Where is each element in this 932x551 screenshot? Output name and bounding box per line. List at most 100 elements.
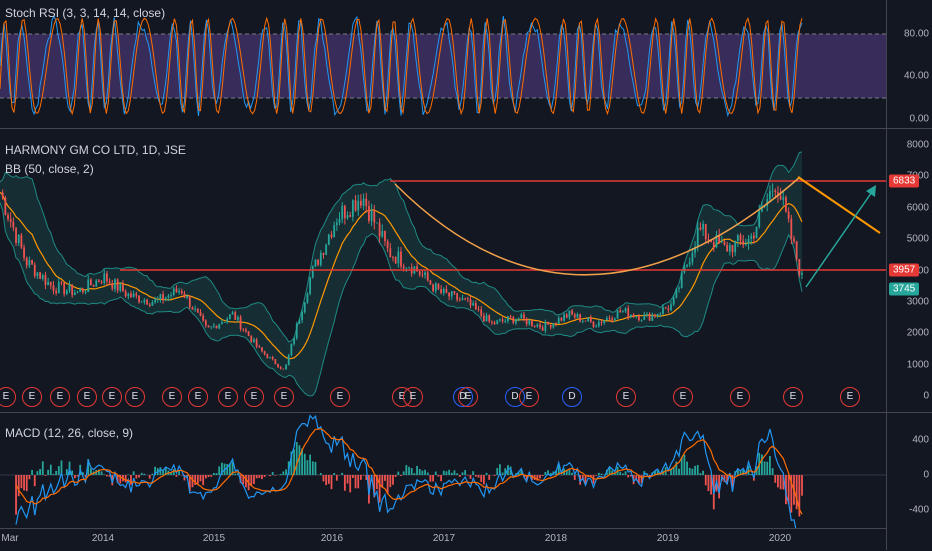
candle-body	[357, 201, 359, 211]
candle-body	[691, 253, 693, 263]
macd-hist-bar	[435, 472, 437, 475]
candle-body	[216, 325, 218, 328]
candle-body	[379, 223, 381, 237]
macd-hist-bar	[678, 469, 680, 475]
candle-body	[240, 317, 242, 329]
candle-body	[168, 296, 170, 298]
earnings-marker[interactable]: E	[244, 387, 264, 407]
earnings-marker[interactable]: E	[162, 387, 182, 407]
candle-body	[796, 241, 798, 259]
macd-hist-bar	[389, 475, 391, 487]
earnings-marker[interactable]: E	[616, 387, 636, 407]
candle-body	[544, 322, 546, 331]
candle-body	[432, 284, 434, 291]
macd-hist-bar	[218, 466, 220, 475]
bb-label: BB (50, close, 2)	[5, 162, 94, 176]
candle-body	[4, 198, 6, 215]
earnings-marker[interactable]: E	[22, 387, 42, 407]
earnings-marker[interactable]: E	[673, 387, 693, 407]
macd-hist-bar	[355, 475, 357, 488]
macd-hist-bar	[357, 475, 359, 488]
macd-hist-bar	[769, 456, 771, 475]
candle-body	[138, 295, 140, 302]
candle-body	[50, 282, 52, 286]
earnings-marker[interactable]: E	[0, 387, 16, 407]
candle-body	[55, 291, 57, 293]
candle-body	[421, 275, 423, 276]
dividend-marker[interactable]: D	[562, 387, 582, 407]
macd-hist-bar	[125, 475, 127, 482]
macd-hist-bar	[470, 475, 472, 479]
macd-hist-bar	[702, 471, 704, 475]
candle-body	[702, 224, 704, 229]
candle-body	[130, 294, 132, 298]
candle-body	[649, 314, 651, 321]
earnings-marker[interactable]: E	[102, 387, 122, 407]
macd-hist-bar	[595, 475, 597, 476]
earnings-marker[interactable]: E	[50, 387, 70, 407]
earnings-marker[interactable]: E	[77, 387, 97, 407]
macd-hist-bar	[705, 475, 707, 485]
macd-hist-bar	[74, 475, 76, 478]
macd-hist-bar	[285, 469, 287, 475]
macd-hist-bar	[462, 472, 464, 475]
macd-hist-bar	[392, 475, 394, 485]
macd-hist-bar	[181, 475, 183, 476]
macd-hist-bar	[333, 473, 335, 475]
candle-body	[71, 285, 73, 295]
candle-body	[85, 292, 87, 293]
earnings-marker[interactable]: E	[125, 387, 145, 407]
earnings-marker[interactable]: E	[519, 387, 539, 407]
macd-hist-bar	[149, 475, 151, 479]
candle-body	[614, 319, 616, 321]
macd-hist-bar	[750, 474, 752, 475]
macd-hist-bar	[539, 475, 541, 478]
macd-hist-bar	[127, 474, 129, 475]
candle-body	[237, 317, 239, 320]
macd-hist-bar	[173, 469, 175, 475]
candle-body	[365, 199, 367, 206]
candle-body	[748, 239, 750, 244]
candle-body	[344, 206, 346, 218]
x-tick: 2017	[433, 533, 455, 544]
macd-hist-bar	[130, 475, 132, 485]
macd-hist-bar	[261, 475, 263, 479]
earnings-marker[interactable]: E	[274, 387, 294, 407]
candle-body	[726, 245, 728, 252]
macd-hist-bar	[53, 474, 55, 475]
candle-body	[192, 307, 194, 310]
candle-body	[601, 322, 603, 323]
candle-body	[774, 191, 776, 193]
candle-body	[638, 316, 640, 320]
x-tick: Mar	[1, 533, 18, 544]
candle-body	[462, 298, 464, 299]
macd-label: MACD (12, 26, close, 9)	[5, 426, 133, 440]
earnings-marker[interactable]: E	[188, 387, 208, 407]
macd-hist-bar	[544, 472, 546, 475]
price-axis[interactable]: 80.00 40.00 0.00 8000 7000 6000 5000 400…	[886, 0, 932, 550]
candle-body	[595, 326, 597, 327]
time-axis[interactable]: Mar 2014 2015 2016 2017 2018 2019 2020	[0, 528, 886, 551]
candle-body	[654, 315, 656, 316]
candle-body	[587, 318, 589, 321]
candle-body	[186, 296, 188, 298]
macd-hist-bar	[384, 475, 386, 481]
earnings-marker[interactable]: E	[330, 387, 350, 407]
macd-hist-bar	[764, 461, 766, 475]
macd-hist-bar	[106, 475, 108, 476]
candle-body	[788, 212, 790, 219]
candle-body	[226, 319, 228, 322]
earnings-marker[interactable]: E	[730, 387, 750, 407]
macd-hist-bar	[419, 469, 421, 475]
earnings-marker[interactable]: E	[403, 387, 423, 407]
candle-body	[304, 302, 306, 312]
earnings-marker[interactable]: E	[840, 387, 860, 407]
earnings-marker[interactable]: E	[783, 387, 803, 407]
earnings-marker[interactable]: E	[458, 387, 478, 407]
candle-body	[569, 311, 571, 318]
candle-body	[793, 239, 795, 242]
candle-body	[780, 195, 782, 199]
earnings-marker[interactable]: E	[218, 387, 238, 407]
candle-body	[798, 259, 800, 275]
candle-body	[290, 344, 292, 355]
